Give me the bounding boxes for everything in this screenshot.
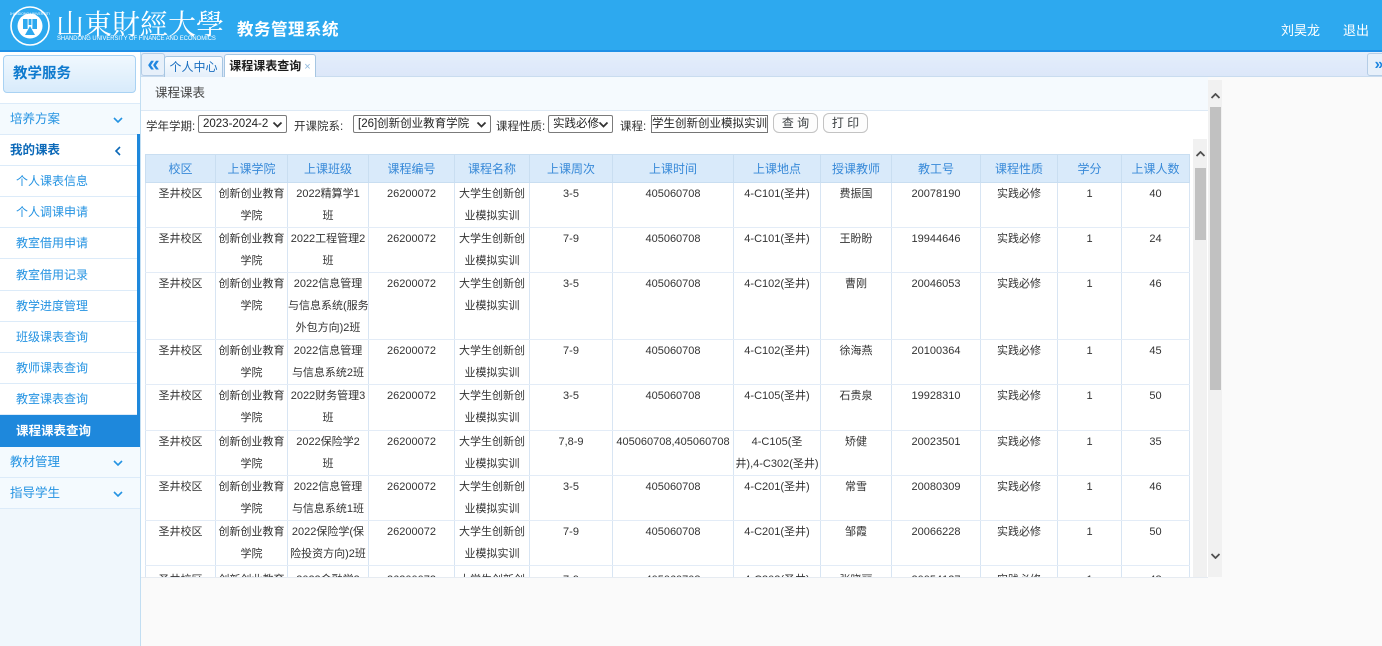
svg-text:SHANDONG UNIVERSITY: SHANDONG UNIVERSITY (10, 12, 50, 16)
